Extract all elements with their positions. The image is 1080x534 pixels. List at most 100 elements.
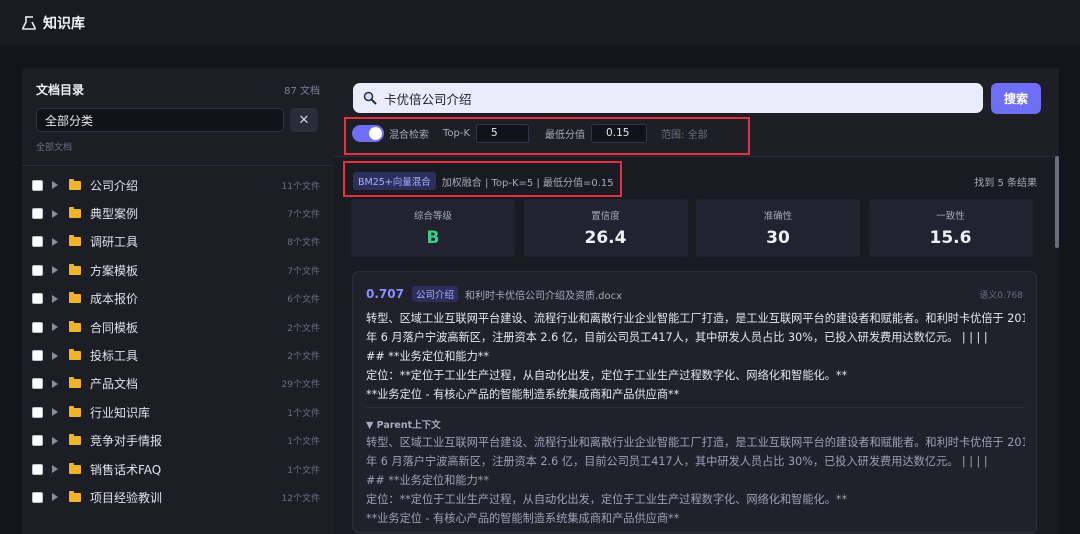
- folder-checkbox[interactable]: [32, 208, 43, 220]
- snippet-line: 转型、区域工业互联网平台建设、流程行业和离散行业企业智能工厂打造，是工业互联网平…: [366, 312, 1025, 325]
- folder-checkbox[interactable]: [32, 264, 43, 276]
- folder-item[interactable]: 调研工具 8个文件: [22, 228, 334, 256]
- highlight-box: [343, 161, 622, 197]
- document-sidebar: 文档目录 87 文档 全部分类 ✕ 全部文档 公司介绍 11个文件 典型案例 7个文…: [22, 68, 334, 534]
- folder-item[interactable]: 方案模板 7个文件: [22, 256, 334, 284]
- folder-checkbox[interactable]: [32, 435, 43, 447]
- metric-card: 综合等级 B: [351, 199, 515, 257]
- folder-item[interactable]: 成本报价 6个文件: [22, 285, 334, 313]
- expand-caret-icon[interactable]: [52, 294, 58, 303]
- folder-count: 2个文件: [287, 323, 320, 334]
- metrics-row: 综合等级 B 置信度 26.4 准确性 30 一致性 15.6: [351, 199, 1033, 257]
- result-header: 0.707 公司介绍 和利时卡优倍公司介绍及资质.docx 语义0.768: [366, 286, 1023, 302]
- expand-caret-icon[interactable]: [52, 323, 58, 332]
- folder-checkbox[interactable]: [32, 406, 43, 418]
- folder-name: 合同模板: [90, 320, 139, 335]
- context-line: 定位：**定位于工业生产过程，从自动化出发，定位于工业生产过程数字化、网络化和智…: [366, 493, 848, 506]
- metric-value: B: [426, 228, 440, 248]
- folder-item[interactable]: 竞争对手情报 1个文件: [22, 427, 334, 455]
- expand-caret-icon[interactable]: [52, 493, 58, 502]
- parent-context: 转型、区域工业互联网平台建设、流程行业和离散行业企业智能工厂打造，是工业互联网平…: [366, 433, 1025, 528]
- folder-name: 方案模板: [90, 263, 139, 278]
- results-scrollbar[interactable]: [1055, 156, 1059, 248]
- folder-checkbox[interactable]: [32, 321, 43, 333]
- metric-card: 一致性 15.6: [868, 199, 1033, 257]
- folder-list: 公司介绍 11个文件 典型案例 7个文件 调研工具 8个文件 方案模板 7个文件 成本报…: [22, 171, 334, 512]
- result-score: 0.707: [366, 287, 404, 301]
- folder-count: 6个文件: [287, 295, 320, 306]
- folder-item[interactable]: 行业知识库 1个文件: [22, 398, 334, 426]
- expand-caret-icon[interactable]: [52, 379, 58, 388]
- folder-item[interactable]: 产品文档 29个文件: [22, 370, 334, 398]
- divider: [334, 156, 1059, 157]
- expand-caret-icon[interactable]: [52, 237, 58, 246]
- expand-caret-icon[interactable]: [52, 408, 58, 417]
- folder-icon: [69, 405, 81, 417]
- folder-icon: [69, 377, 81, 389]
- metric-label: 综合等级: [413, 211, 452, 222]
- metric-value: 15.6: [929, 228, 972, 248]
- expand-caret-icon[interactable]: [52, 465, 58, 474]
- metric-card: 置信度 26.4: [523, 199, 688, 257]
- folder-count: 8个文件: [287, 238, 320, 249]
- context-line: 转型、区域工业互联网平台建设、流程行业和离散行业企业智能工厂打造，是工业互联网平…: [366, 436, 1025, 449]
- folder-checkbox[interactable]: [32, 236, 43, 248]
- search-input[interactable]: 卡优倍公司介绍: [353, 83, 983, 113]
- expand-caret-icon[interactable]: [52, 181, 58, 190]
- expand-caret-icon[interactable]: [52, 351, 58, 360]
- snippet-line: 定位：**定位于工业生产过程，从自动化出发，定位于工业生产过程数字化、网络化和智…: [366, 369, 848, 382]
- snippet-line: **业务定位 - 有核心产品的智能制造系统集成商和产品供应商**: [366, 388, 680, 401]
- folder-icon: [69, 462, 81, 474]
- folder-checkbox[interactable]: [32, 491, 43, 503]
- search-button[interactable]: 搜索: [991, 83, 1041, 114]
- folder-name: 销售话术FAQ: [90, 462, 162, 477]
- result-card[interactable]: 0.707 公司介绍 和利时卡优倍公司介绍及资质.docx 语义0.768 转型…: [352, 271, 1037, 533]
- snippet-line: ## **业务定位和能力**: [366, 350, 489, 363]
- metric-value: 30: [766, 228, 790, 248]
- folder-checkbox[interactable]: [32, 463, 43, 475]
- folder-name: 投标工具: [90, 349, 139, 364]
- folder-checkbox[interactable]: [32, 179, 43, 191]
- folder-name: 成本报价: [90, 292, 139, 307]
- scope-label: 全部文档: [36, 143, 73, 153]
- top-bar: 知识库: [0, 0, 1080, 46]
- folder-icon: [69, 263, 81, 275]
- folder-icon: [69, 207, 81, 219]
- highlight-box: [344, 117, 750, 155]
- parent-context-toggle[interactable]: ▼ Parent上下文: [366, 417, 441, 431]
- result-snippet: 转型、区域工业互联网平台建设、流程行业和离散行业企业智能工厂打造，是工业互联网平…: [366, 309, 1025, 404]
- result-file-name[interactable]: 和利时卡优倍公司介绍及资质.docx: [465, 287, 979, 302]
- folder-item[interactable]: 项目经验教训 12个文件: [22, 483, 334, 511]
- expand-caret-icon[interactable]: [52, 209, 58, 218]
- folder-icon: [69, 235, 81, 247]
- divider: [22, 165, 334, 166]
- folder-count: 29个文件: [281, 380, 320, 391]
- folder-icon: [69, 320, 81, 332]
- folder-item[interactable]: 典型案例 7个文件: [22, 199, 334, 227]
- folder-icon: [69, 349, 81, 361]
- search-query: 卡优倍公司介绍: [384, 91, 472, 107]
- app-title: 知识库: [43, 16, 85, 32]
- folder-name: 典型案例: [90, 207, 139, 222]
- folder-name: 行业知识库: [90, 405, 151, 420]
- metric-card: 准确性 30: [696, 199, 860, 257]
- folder-item[interactable]: 公司介绍 11个文件: [22, 171, 334, 199]
- context-line: ## **业务定位和能力**: [366, 474, 489, 487]
- folder-count: 7个文件: [287, 210, 320, 221]
- folder-checkbox[interactable]: [32, 293, 43, 305]
- folder-item[interactable]: 合同模板 2个文件: [22, 313, 334, 341]
- clear-category-button[interactable]: ✕: [290, 108, 318, 132]
- folder-checkbox[interactable]: [32, 350, 43, 362]
- context-line: **业务定位 - 有核心产品的智能制造系统集成商和产品供应商**: [366, 512, 680, 525]
- metric-label: 一致性: [936, 211, 965, 222]
- folder-name: 竞争对手情报: [90, 434, 163, 449]
- expand-caret-icon[interactable]: [52, 436, 58, 445]
- category-select[interactable]: 全部分类: [36, 108, 284, 132]
- expand-caret-icon[interactable]: [52, 266, 58, 275]
- context-line: 年 6 月落户宁波高新区，注册资本 2.6 亿，目前公司员工417人，其中研发人…: [366, 455, 988, 468]
- folder-item[interactable]: 销售话术FAQ 1个文件: [22, 455, 334, 483]
- folder-item[interactable]: 投标工具 2个文件: [22, 341, 334, 369]
- sidebar-title: 文档目录: [36, 82, 85, 97]
- metric-label: 准确性: [763, 211, 793, 222]
- folder-checkbox[interactable]: [32, 378, 43, 390]
